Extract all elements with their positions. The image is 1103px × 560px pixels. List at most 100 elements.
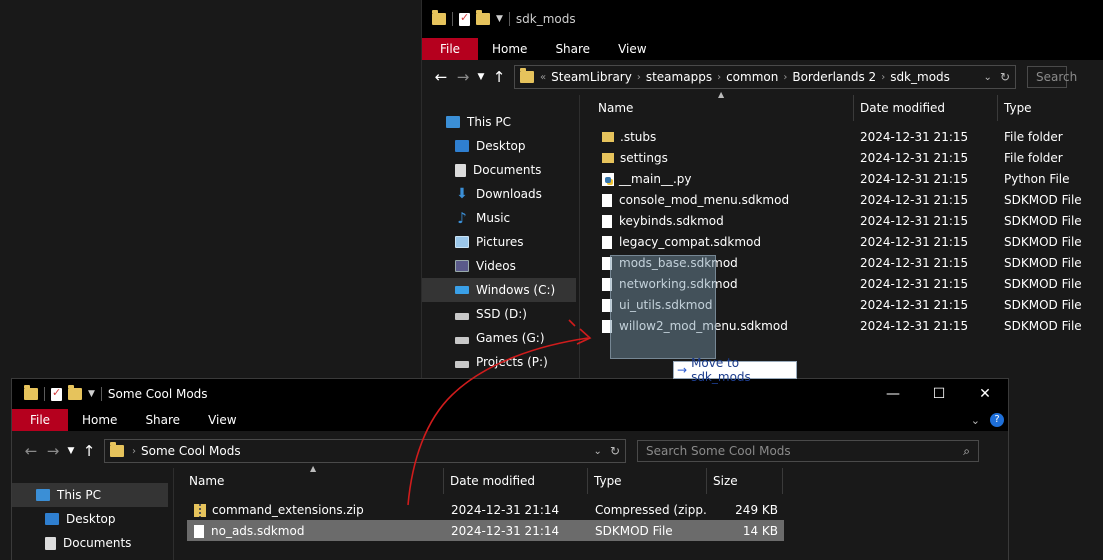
file-name: .stubs [620, 129, 657, 144]
file-name: __main__.py [619, 171, 692, 186]
nav-item-desktop[interactable]: Desktop [12, 507, 168, 531]
new-folder-icon[interactable] [476, 10, 490, 25]
new-folder-icon[interactable] [68, 385, 82, 400]
chevron-right-icon[interactable]: › [637, 72, 641, 83]
file-name: no_ads.sdkmod [211, 523, 305, 538]
search-input[interactable]: Search Some Cool Mods ⌕ [637, 440, 979, 462]
file-type: Python File [1004, 171, 1070, 186]
nav-item-downloads[interactable]: ⬇ Downloads [422, 182, 582, 206]
tab-view[interactable]: View [604, 38, 660, 60]
breadcrumb-item[interactable]: common [726, 70, 778, 84]
drag-preview [610, 255, 716, 359]
tab-file[interactable]: File [422, 38, 478, 60]
recent-locations-icon[interactable]: ▼ [474, 72, 488, 82]
desktop-icon [455, 140, 469, 152]
file-row[interactable]: settings 2024-12-31 21:15 File folder [598, 147, 1098, 168]
refresh-icon[interactable]: ↻ [1000, 70, 1010, 84]
nav-item-desktop[interactable]: Desktop [422, 134, 582, 158]
nav-item-music[interactable]: ♪ Music [422, 206, 582, 230]
file-row[interactable]: console_mod_menu.sdkmod 2024-12-31 21:15 S… [598, 189, 1098, 210]
chevron-right-icon[interactable]: › [881, 72, 885, 83]
nav-item-documents[interactable]: Documents [422, 158, 582, 182]
zip-icon [194, 503, 206, 517]
properties-icon[interactable] [459, 11, 470, 26]
column-header-date[interactable]: Date modified [444, 468, 588, 494]
title-bar: ▼ sdk_mods [422, 0, 1103, 38]
file-row[interactable]: legacy_compat.sdkmod 2024-12-31 21:15 SDKM… [598, 231, 1098, 252]
chevron-down-icon[interactable]: ⌄ [984, 72, 992, 83]
maximize-icon[interactable]: ☐ [916, 379, 962, 409]
nav-item-ssd-d[interactable]: SSD (D:) [422, 302, 582, 326]
back-arrow-icon[interactable]: ← [20, 442, 42, 460]
nav-item-windows-c[interactable]: Windows (C:) [422, 278, 576, 302]
tab-view[interactable]: View [194, 409, 250, 431]
breadcrumb-item[interactable]: SteamLibrary [551, 70, 632, 84]
breadcrumb-item[interactable]: Some Cool Mods [141, 444, 241, 458]
minimize-icon[interactable]: — [870, 379, 916, 409]
breadcrumb-item[interactable]: steamapps [646, 70, 712, 84]
drive-icon [455, 312, 469, 320]
nav-item-label: Projects (P:) [476, 355, 548, 369]
divider [44, 387, 45, 401]
nav-item-this-pc[interactable]: This PC [422, 110, 582, 134]
file-row[interactable]: __main__.py 2024-12-31 21:15 Python File [598, 168, 1098, 189]
recent-locations-icon[interactable]: ▼ [64, 446, 78, 456]
search-icon[interactable]: ⌕ [963, 444, 970, 459]
chevron-right-icon[interactable]: › [717, 72, 721, 83]
file-row[interactable]: keybinds.sdkmod 2024-12-31 21:15 SDKMOD Fi… [598, 210, 1098, 231]
address-bar[interactable]: › Some Cool Mods ⌄ ↻ [104, 439, 626, 463]
column-header-name[interactable]: Name [592, 95, 854, 121]
path-overflow[interactable]: « [540, 72, 546, 83]
help-icon[interactable]: ? [990, 413, 1004, 427]
chevron-down-icon[interactable]: ⌄ [594, 446, 602, 457]
chevron-right-icon[interactable]: › [783, 72, 787, 83]
nav-item-this-pc[interactable]: This PC [12, 483, 168, 507]
documents-icon [45, 536, 56, 550]
explorer-window-sdk-mods: ▼ sdk_mods File Home Share View ← → ▼ ↑ … [421, 0, 1103, 380]
column-header-date[interactable]: Date modified [854, 95, 998, 121]
column-header-name[interactable]: Name [183, 468, 444, 494]
up-arrow-icon[interactable]: ↑ [78, 442, 100, 460]
up-arrow-icon[interactable]: ↑ [488, 68, 510, 86]
chevron-right-icon[interactable]: › [132, 446, 136, 457]
column-header-type[interactable]: Type [998, 95, 1103, 121]
nav-item-label: Documents [63, 536, 132, 550]
customize-toolbar-icon[interactable]: ▼ [88, 389, 95, 399]
nav-item-projects-p[interactable]: Projects (P:) [422, 350, 582, 374]
file-type: SDKMOD File [1004, 192, 1082, 207]
tab-file[interactable]: File [12, 409, 68, 431]
refresh-icon[interactable]: ↻ [610, 444, 620, 458]
customize-toolbar-icon[interactable]: ▼ [496, 14, 503, 24]
file-date: 2024-12-31 21:15 [860, 318, 969, 333]
tab-share[interactable]: Share [541, 38, 604, 60]
tab-home[interactable]: Home [68, 409, 131, 431]
tab-share[interactable]: Share [131, 409, 194, 431]
nav-item-label: This PC [467, 115, 511, 129]
nav-item-label: Pictures [476, 235, 524, 249]
close-icon[interactable]: ✕ [962, 379, 1008, 409]
column-header-type[interactable]: Type [588, 468, 707, 494]
file-name-cell: settings [598, 151, 854, 165]
column-header-size[interactable]: Size [707, 468, 783, 494]
file-row[interactable]: no_ads.sdkmod 2024-12-31 21:14 SDKMOD File… [187, 520, 784, 541]
properties-icon[interactable] [51, 386, 62, 401]
search-input[interactable]: Search [1027, 66, 1077, 88]
nav-item-label: Windows (C:) [476, 283, 556, 297]
file-row[interactable]: command_extensions.zip 2024-12-31 21:14 Co… [187, 499, 784, 520]
file-date: 2024-12-31 21:15 [860, 255, 969, 270]
nav-item-videos[interactable]: Videos [422, 254, 582, 278]
breadcrumb-item[interactable]: sdk_mods [890, 70, 950, 84]
folder-icon [110, 442, 124, 457]
expand-ribbon-icon[interactable]: ⌄ [971, 414, 980, 427]
back-arrow-icon[interactable]: ← [430, 68, 452, 86]
forward-arrow-icon[interactable]: → [452, 68, 474, 86]
tab-home[interactable]: Home [478, 38, 541, 60]
nav-item-pictures[interactable]: Pictures [422, 230, 582, 254]
address-bar[interactable]: « SteamLibrary › steamapps › common › Bo… [514, 65, 1016, 89]
forward-arrow-icon[interactable]: → [42, 442, 64, 460]
nav-item-games-g[interactable]: Games (G:) [422, 326, 582, 350]
file-row[interactable]: .stubs 2024-12-31 21:15 File folder [598, 126, 1098, 147]
breadcrumb-item[interactable]: Borderlands 2 [792, 70, 876, 84]
nav-item-documents[interactable]: Documents [12, 531, 168, 555]
file-name-cell: .stubs [598, 130, 854, 144]
